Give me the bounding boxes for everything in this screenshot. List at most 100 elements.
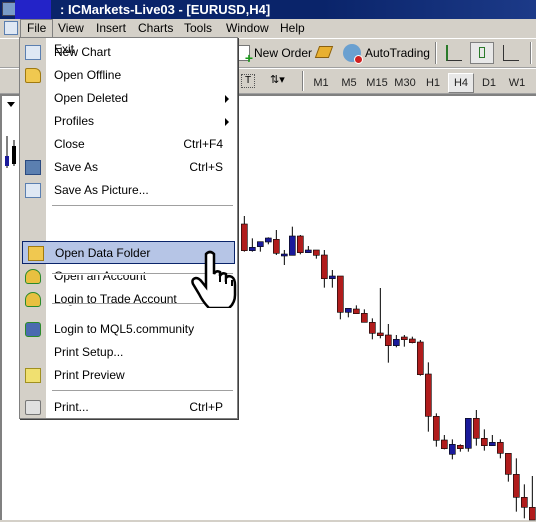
menu-item-save-as[interactable]: Save As Ctrl+S <box>20 156 237 179</box>
menu-item-profiles[interactable]: Profiles <box>20 110 237 133</box>
candle-body <box>249 247 256 251</box>
menu-charts[interactable]: Charts <box>132 19 179 38</box>
print-preview-icon <box>25 368 41 383</box>
printer-icon <box>25 400 41 415</box>
mql5-login-icon <box>25 322 41 337</box>
menu-tools[interactable]: Tools <box>178 19 218 38</box>
timeframe-h1[interactable]: H1 <box>420 73 446 93</box>
menu-item-exit[interactable]: Exit <box>20 38 237 61</box>
candle-body <box>337 275 344 313</box>
candle <box>305 246 312 253</box>
title-bar: : ICMarkets-Live03 - [EURUSD,H4] <box>0 0 536 19</box>
candle-body <box>473 418 480 439</box>
menu-help[interactable]: Help <box>274 19 311 38</box>
save-picture-icon <box>25 183 41 198</box>
candle-body <box>457 445 464 449</box>
candle-body <box>313 249 320 256</box>
arrows-icon[interactable]: ⇅▾ <box>270 73 285 86</box>
candle <box>329 270 336 288</box>
candle-body <box>401 336 408 340</box>
candle-body <box>241 223 248 251</box>
timeframe-h4[interactable]: H4 <box>448 73 474 93</box>
bar-chart-icon[interactable] <box>446 45 462 61</box>
candle <box>521 484 528 519</box>
floppy-icon <box>25 160 41 175</box>
candle <box>513 458 520 512</box>
candle <box>273 230 280 255</box>
menu-item-label: Open Offline <box>54 68 122 82</box>
chart-window-icon[interactable] <box>4 21 18 35</box>
candle <box>369 318 376 340</box>
candle-body <box>345 308 352 313</box>
candle <box>457 444 464 452</box>
candle <box>441 435 448 450</box>
menu-item-shortcut: Ctrl+P <box>189 400 223 414</box>
menu-item-save-as-picture[interactable]: Save As Picture... <box>20 179 237 202</box>
autotrading-button[interactable]: AutoTrading <box>343 42 430 64</box>
menu-item-print[interactable]: Print... Ctrl+P <box>20 396 237 419</box>
menu-item-close[interactable]: Close Ctrl+F4 <box>20 133 237 156</box>
menu-file[interactable]: File <box>20 19 54 38</box>
candle <box>281 250 288 265</box>
menu-item-print-setup[interactable]: Print Setup... <box>20 341 237 364</box>
candle <box>473 410 480 446</box>
timeframe-m15[interactable]: M15 <box>364 73 390 93</box>
menu-item-label: Save As Picture... <box>54 183 149 197</box>
candle <box>313 249 320 259</box>
autotrading-label: AutoTrading <box>365 46 430 60</box>
candle-body <box>505 453 512 475</box>
timeframe-m30[interactable]: M30 <box>392 73 418 93</box>
menu-item-label: Open Data Folder <box>55 246 151 260</box>
timeframe-d1[interactable]: D1 <box>476 73 502 93</box>
candle <box>257 241 264 252</box>
app-icon <box>2 2 16 16</box>
candle <box>497 439 504 459</box>
candle-body <box>393 339 400 346</box>
menu-item-label: Login to Trade Account <box>54 292 177 306</box>
menu-item-print-preview[interactable]: Print Preview <box>20 364 237 387</box>
candle <box>449 439 456 460</box>
menu-insert[interactable]: Insert <box>90 19 132 38</box>
menu-window[interactable]: Window <box>220 19 275 38</box>
autotrading-icon <box>343 44 363 64</box>
menu-item-shortcut: Ctrl+F4 <box>183 137 223 151</box>
candle-body <box>297 235 304 253</box>
menu-item-label: Exit <box>54 42 75 56</box>
candle-body <box>425 373 432 417</box>
candle <box>345 308 352 318</box>
candle-body <box>441 439 448 449</box>
candle-body <box>481 438 488 446</box>
menu-item-label: Login to MQL5.community <box>54 322 195 336</box>
candle-body <box>417 341 424 375</box>
candle <box>417 340 424 376</box>
candle-body <box>321 254 328 279</box>
menu-view[interactable]: View <box>52 19 90 38</box>
menu-item-label: Profiles <box>54 114 95 128</box>
candle <box>289 226 296 256</box>
candlestick-chart-icon[interactable] <box>470 42 494 64</box>
menu-item-label: Close <box>54 137 85 151</box>
menu-item-label: Open an Account <box>54 269 147 283</box>
candle <box>385 324 392 363</box>
menu-item-open-deleted[interactable]: Open Deleted <box>20 87 237 110</box>
hand-cursor-icon <box>191 250 237 308</box>
menu-item-open-offline[interactable]: Open Offline <box>20 64 237 87</box>
text-label-icon[interactable]: T <box>241 74 255 88</box>
folder-icon <box>28 246 44 261</box>
candle <box>12 140 16 166</box>
timeframe-m1[interactable]: M1 <box>308 73 334 93</box>
candle <box>241 216 248 252</box>
candle-body <box>305 249 312 253</box>
new-order-button[interactable]: + New Order <box>236 42 312 65</box>
timeframe-w1[interactable]: W1 <box>504 73 530 93</box>
timeframe-m5[interactable]: M5 <box>336 73 362 93</box>
candle-body <box>289 235 296 256</box>
menu-item-login-to-mql5-community[interactable]: Login to MQL5.community <box>20 318 237 341</box>
candle-body <box>257 241 264 247</box>
menu-item-label: Open Deleted <box>54 91 129 105</box>
metaeditor-icon[interactable] <box>314 46 334 58</box>
candle-body <box>489 442 496 446</box>
menu-item-label: Print Preview <box>54 368 125 382</box>
line-chart-icon[interactable] <box>503 45 519 61</box>
candle <box>465 418 472 452</box>
